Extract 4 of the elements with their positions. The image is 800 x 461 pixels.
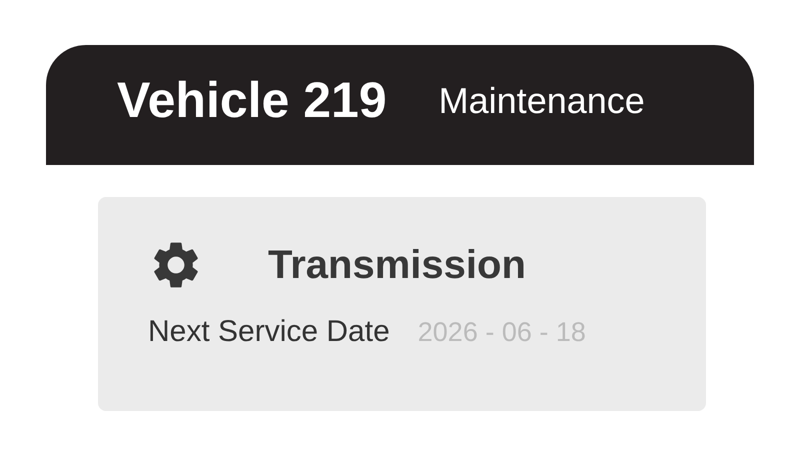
component-title: Transmission <box>268 242 526 288</box>
header-subtitle: Maintenance <box>438 80 645 122</box>
vehicle-title: Vehicle 219 <box>117 71 387 129</box>
service-date-label: Next Service Date <box>148 315 390 349</box>
